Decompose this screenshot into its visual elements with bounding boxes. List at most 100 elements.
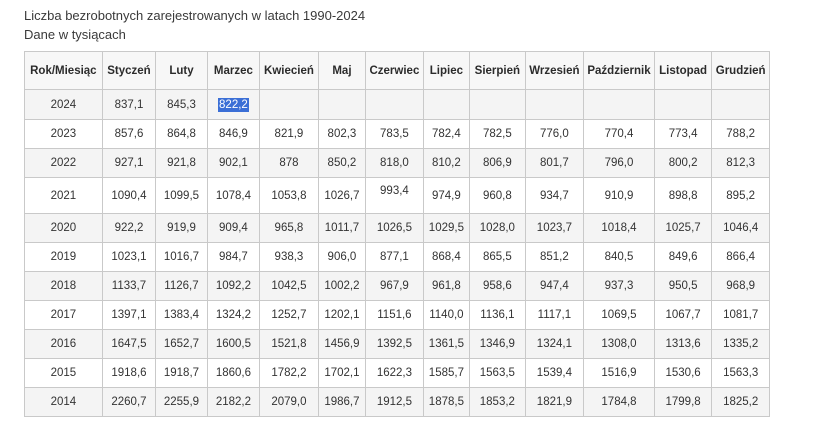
- column-header-month: Marzec: [206, 51, 261, 90]
- value-cell: 868,4: [422, 242, 471, 272]
- cell-value: 1918,7: [163, 367, 200, 379]
- cell-value: 1028,0: [479, 222, 515, 234]
- value-cell: 1053,8: [259, 177, 319, 214]
- value-cell: 968,9: [711, 271, 770, 301]
- cell-value: 864,8: [167, 128, 196, 140]
- cell-value: 800,2: [668, 157, 698, 169]
- cell-value: 1011,7: [324, 222, 360, 234]
- value-cell: 902,1: [206, 148, 261, 178]
- value-cell: 1202,1: [317, 300, 367, 330]
- cell-value: 2182,2: [215, 396, 252, 408]
- cell-value: 921,8: [167, 157, 196, 169]
- value-cell: 1918,7: [155, 358, 208, 388]
- value-cell: 1140,0: [422, 300, 471, 330]
- value-cell: 1912,5: [365, 387, 424, 417]
- selected-value-highlight: 822,2: [218, 97, 249, 112]
- value-cell: [711, 89, 770, 120]
- cell-value: 1782,2: [271, 367, 307, 379]
- value-cell: 958,6: [469, 271, 526, 301]
- cell-value: 1600,5: [215, 338, 252, 350]
- cell-value: 1335,2: [723, 338, 759, 350]
- cell-value: 1563,5: [479, 367, 515, 379]
- cell-value: 850,2: [327, 157, 357, 169]
- cell-value: 1652,7: [163, 338, 200, 350]
- cell-value: 806,9: [482, 157, 512, 169]
- cell-value: 993,4: [380, 184, 409, 197]
- cell-value: 2023: [50, 128, 77, 140]
- value-cell: 810,2: [422, 148, 471, 178]
- value-cell: 782,4: [422, 119, 471, 149]
- cell-value: 782,4: [432, 128, 461, 140]
- value-cell: 1308,0: [583, 329, 655, 359]
- value-cell: 2182,2: [206, 387, 261, 417]
- cell-value: 1563,3: [723, 367, 759, 379]
- column-header-month: Grudzień: [711, 51, 770, 90]
- value-cell: 1585,7: [422, 358, 471, 388]
- cell-value: 1799,8: [665, 396, 701, 408]
- cell-value: 2019: [50, 251, 77, 263]
- cell-value: 910,9: [604, 189, 634, 202]
- cell-value: 1986,7: [324, 396, 360, 408]
- value-cell: 840,5: [583, 242, 655, 272]
- cell-value: 878: [279, 157, 299, 169]
- value-cell: 849,6: [653, 242, 713, 272]
- cell-value: 1042,5: [271, 280, 307, 292]
- cell-value: 801,7: [540, 157, 569, 169]
- column-header-month: Październik: [583, 51, 655, 90]
- value-cell: 796,0: [583, 148, 655, 178]
- table-row: 2018 1133,7 1126,7 1092,2 1042,5 1002,2 967,9 9…: [24, 271, 770, 301]
- value-cell: [653, 89, 713, 120]
- unemployment-table: Rok/Miesiąc Styczeń Luty Marzec Kwiecień Maj C…: [24, 51, 770, 417]
- cell-value: 2020: [50, 222, 77, 234]
- cell-value: 902,1: [219, 157, 248, 169]
- cell-value: 922,2: [114, 222, 144, 234]
- cell-value: 938,3: [274, 251, 304, 263]
- value-cell: 1252,7: [259, 300, 319, 330]
- cell-value: 796,0: [604, 157, 634, 169]
- cell-value: 958,6: [482, 280, 512, 292]
- value-cell: 1026,7: [317, 177, 367, 214]
- value-cell: 1011,7: [317, 213, 367, 243]
- cell-value: 974,9: [432, 189, 461, 202]
- value-cell: 1622,3: [365, 358, 424, 388]
- value-cell: 934,7: [524, 177, 585, 214]
- cell-value: 1324,2: [215, 309, 252, 321]
- cell-value: 1456,9: [324, 338, 360, 350]
- cell-value: 866,4: [726, 251, 756, 263]
- cell-value: 1878,5: [428, 396, 464, 408]
- table-row: 2015 1918,6 1918,7 1860,6 1782,2 1702,1 1622,3…: [24, 358, 770, 388]
- cell-value: 1018,4: [601, 222, 637, 234]
- value-cell: 1025,7: [653, 213, 713, 243]
- cell-value: 950,5: [668, 280, 698, 292]
- table-subtitle: Dane w tysiącach: [24, 27, 126, 42]
- table-row: 2021 1090,4 1099,5 1078,4 1053,8 1026,7 993,4 9…: [24, 177, 770, 214]
- value-cell: [583, 89, 655, 120]
- value-cell: 1018,4: [583, 213, 655, 243]
- cell-value: 1016,7: [163, 251, 200, 263]
- cell-value: 1397,1: [111, 309, 147, 321]
- value-cell: 898,8: [653, 177, 713, 214]
- cell-value: 906,0: [327, 251, 357, 263]
- row-year-cell: 2024: [24, 89, 103, 120]
- value-cell: 1081,7: [711, 300, 770, 330]
- cell-value: 2255,9: [163, 396, 200, 408]
- row-year-cell: 2017: [24, 300, 103, 330]
- cell-value: 1025,7: [665, 222, 701, 234]
- cell-value: 773,4: [668, 128, 698, 140]
- value-cell: [469, 89, 526, 120]
- cell-value: 937,3: [604, 280, 634, 292]
- cell-value: 1853,2: [479, 396, 515, 408]
- cell-value: 1136,1: [480, 309, 515, 321]
- value-cell: 1821,9: [524, 387, 585, 417]
- cell-value: 1521,8: [271, 338, 307, 350]
- cell-value: 1117,1: [537, 309, 572, 321]
- value-cell: 800,2: [653, 148, 713, 178]
- value-cell: 1046,4: [711, 213, 770, 243]
- value-cell: 812,3: [711, 148, 770, 178]
- cell-value: 1081,7: [723, 309, 759, 321]
- cell-value: 865,5: [482, 251, 512, 263]
- value-cell: 2079,0: [259, 387, 319, 417]
- value-cell: 919,9: [155, 213, 208, 243]
- cell-value: 895,2: [726, 189, 756, 202]
- value-cell: 802,3: [317, 119, 367, 149]
